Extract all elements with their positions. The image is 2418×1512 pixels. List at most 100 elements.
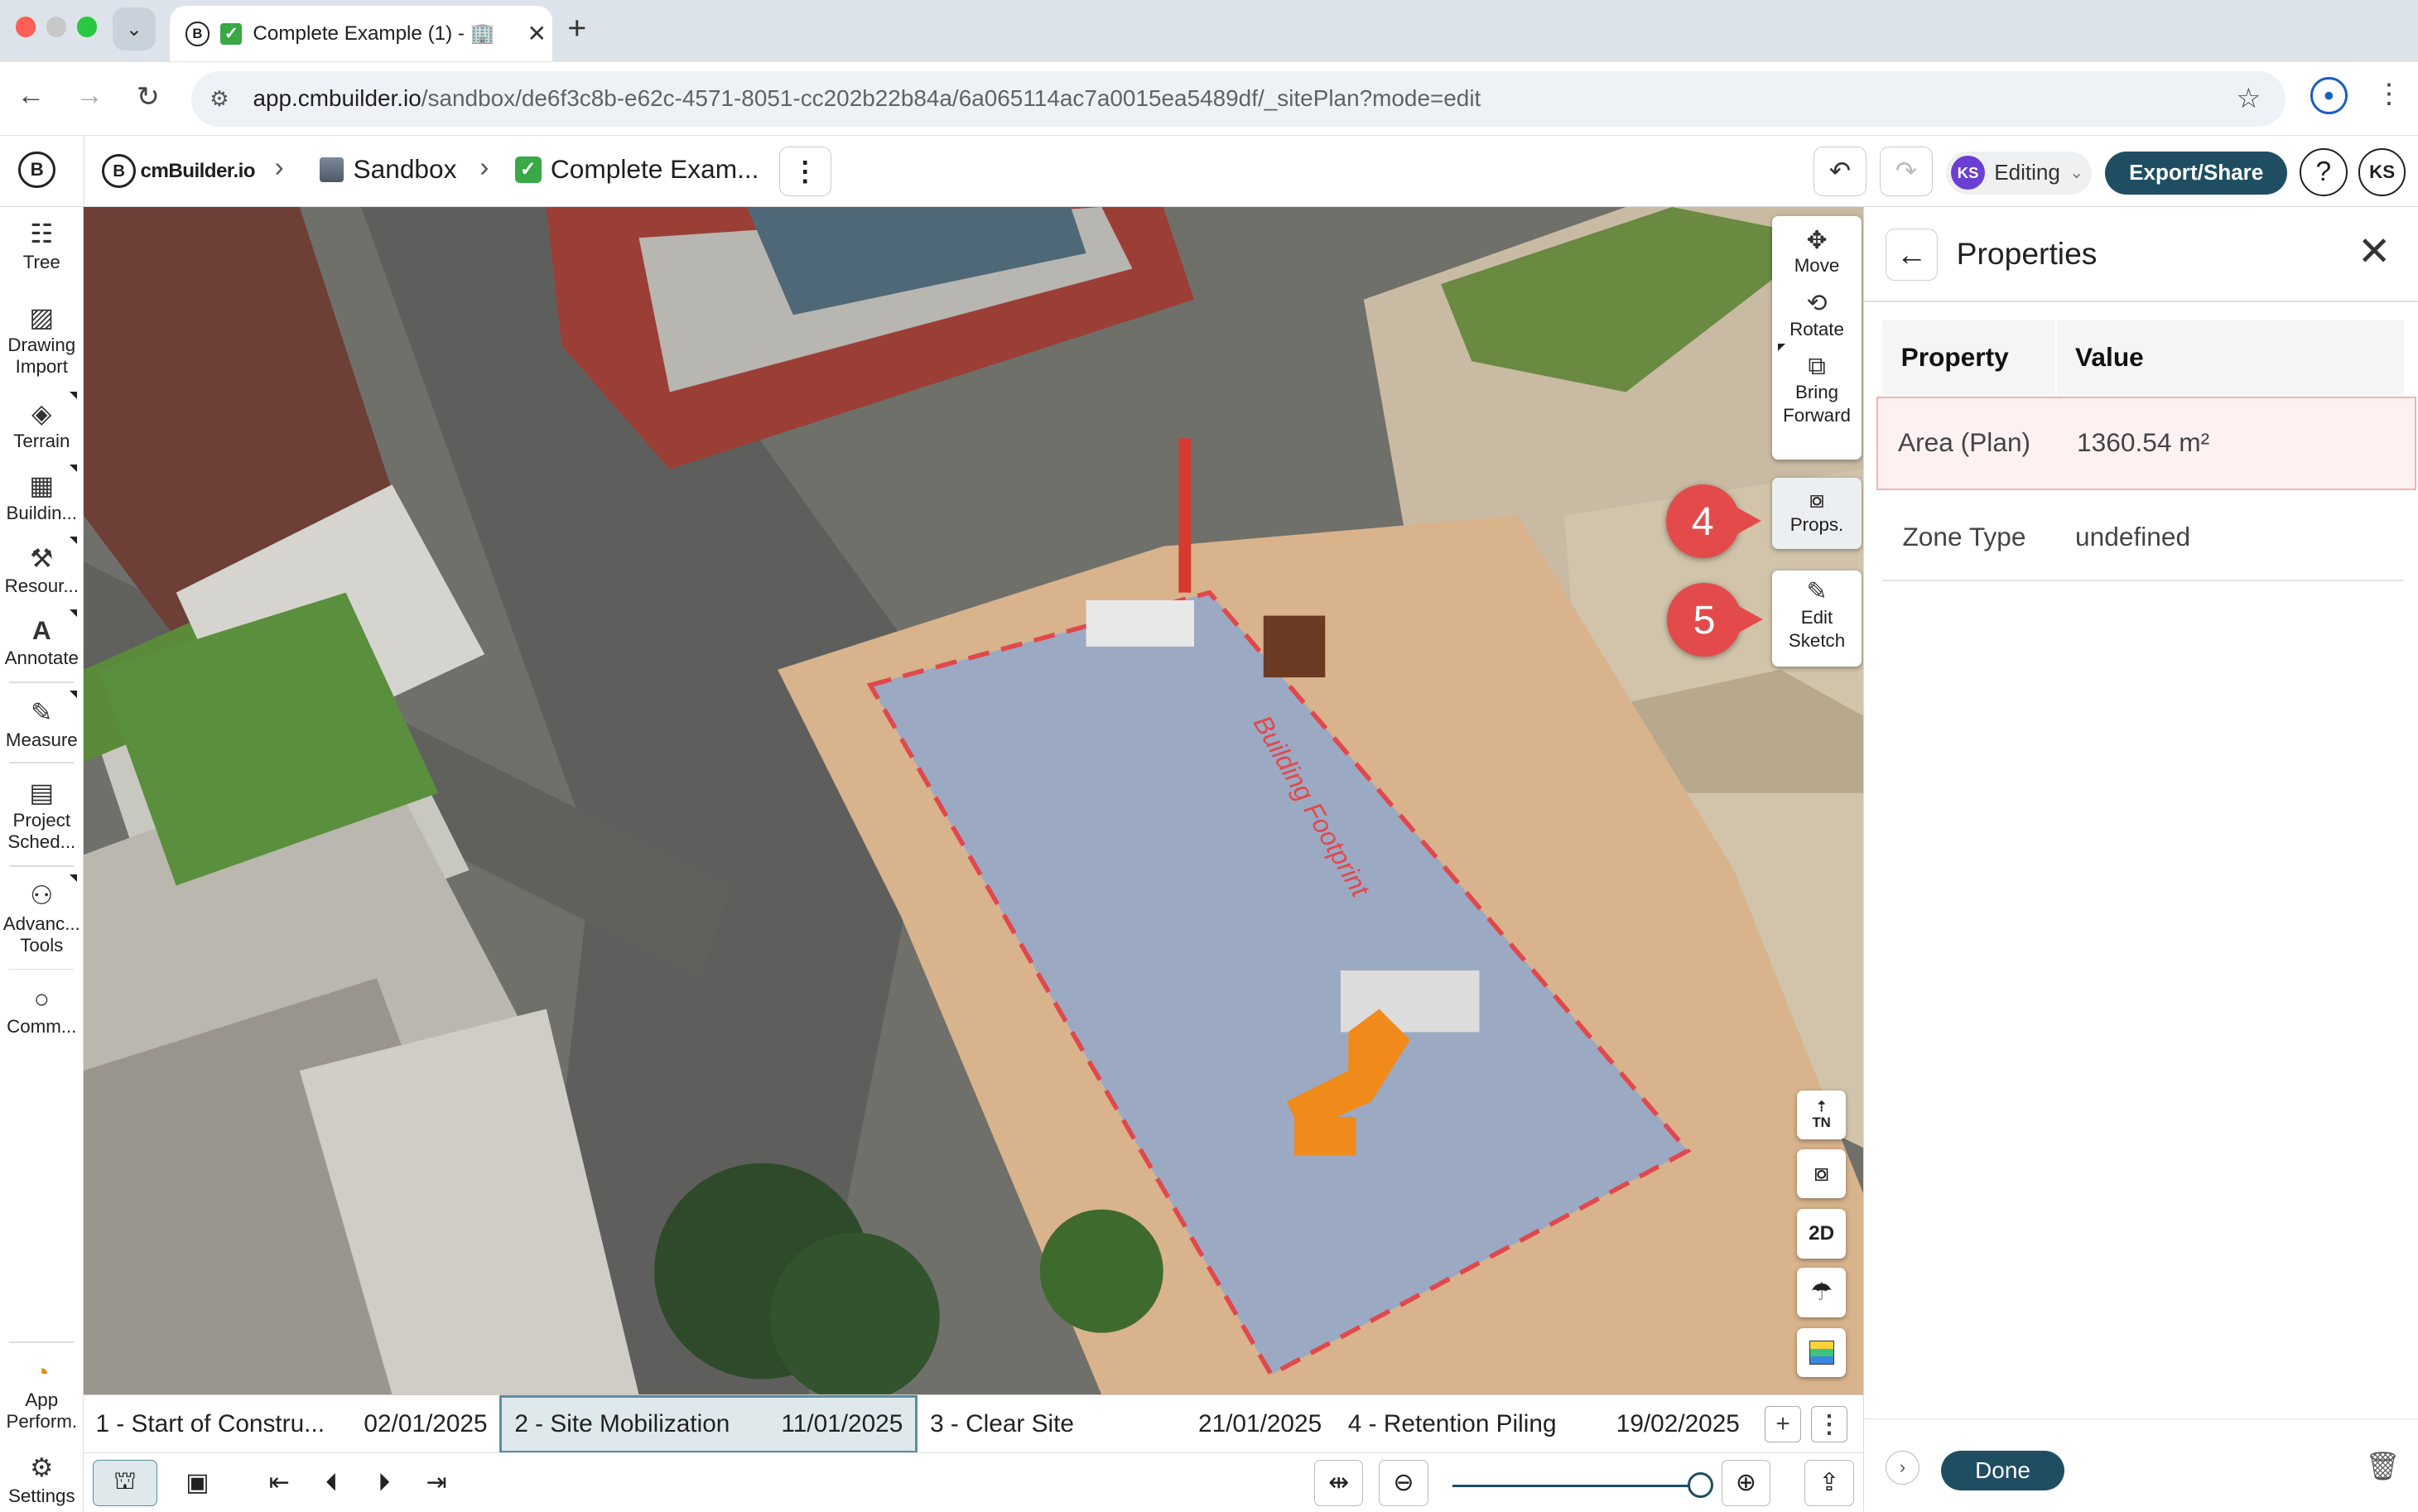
browser-menu-icon[interactable]: ⋮: [2375, 77, 2403, 110]
zoom-slider-handle[interactable]: [1687, 1471, 1714, 1499]
tool-label: Terrain: [13, 430, 70, 451]
redo-button[interactable]: ↷: [1880, 146, 1933, 196]
jump-start-button[interactable]: ⇤: [259, 1460, 299, 1506]
legend-button[interactable]: [1796, 1327, 1847, 1378]
tool-label: Project Sched...: [7, 809, 76, 852]
step-back-icon: ⏴: [325, 1468, 338, 1496]
tool-label: Settings: [7, 1485, 75, 1506]
browser-tab-bar: ⌄ B ✓ Complete Example (1) - 🏢 ✕ +: [0, 0, 2418, 62]
bring-forward-tool[interactable]: ⧉ Bring Forward: [1772, 341, 1862, 427]
export-timeline-button[interactable]: ⇪: [1804, 1459, 1854, 1506]
breadcrumb-sandbox[interactable]: Sandbox: [319, 154, 456, 185]
toggle-2d-button[interactable]: 2D: [1796, 1209, 1847, 1259]
url-field[interactable]: ⚙ app.cmbuilder.io/sandbox/de6f3c8b-e62c…: [190, 70, 2286, 127]
mode-label: Editing: [1994, 160, 2060, 185]
move-tool[interactable]: ✥ Move: [1772, 216, 1862, 277]
minimize-window-button[interactable]: [46, 17, 67, 37]
sun-icon: ☂: [1810, 1278, 1833, 1307]
tool-tree[interactable]: ☷ Tree: [0, 219, 84, 272]
brand-logo[interactable]: B cmBuilder.io: [101, 154, 256, 189]
presentation-view-button[interactable]: ▣: [166, 1460, 229, 1506]
submenu-indicator-icon: [1778, 344, 1786, 352]
tool-settings[interactable]: ⚙ Settings: [0, 1452, 84, 1506]
zoom-out-button[interactable]: ⊖: [1379, 1459, 1428, 1506]
submenu-indicator-icon: [70, 464, 78, 472]
property-key: Zone Type: [1902, 521, 2026, 551]
rotate-tool[interactable]: ⟲ Rotate: [1772, 277, 1862, 340]
tool-project-schedule[interactable]: ▤ Project Sched...: [0, 778, 84, 853]
user-menu-button[interactable]: KS: [2358, 147, 2406, 196]
annotate-icon: A: [31, 615, 51, 646]
divider: [83, 135, 85, 207]
project-menu-button[interactable]: ⋮: [778, 146, 831, 196]
layers-button[interactable]: ⧇: [1796, 1148, 1847, 1199]
props-tool[interactable]: ⧇ Props.: [1772, 478, 1862, 550]
tool-buildings[interactable]: ▦ Buildin...: [0, 464, 84, 524]
timeline-phase[interactable]: 1 - Start of Constru... 02/01/2025: [84, 1395, 500, 1454]
submenu-indicator-icon: [70, 691, 78, 699]
tool-advanced-tools[interactable]: ⚇ Advanc... Tools: [0, 874, 84, 956]
reload-icon[interactable]: ↻: [129, 80, 166, 113]
tool-drawing-import[interactable]: ▨ Drawing Import: [0, 302, 84, 378]
browser-tab[interactable]: B ✓ Complete Example (1) - 🏢 ✕: [169, 6, 552, 62]
forward-arrow-icon[interactable]: →: [71, 80, 108, 112]
bookmark-star-icon[interactable]: ☆: [2236, 82, 2261, 115]
divider: [9, 1341, 75, 1344]
tool-terrain[interactable]: ◈ Terrain: [0, 392, 84, 452]
timeline-menu-button[interactable]: ⋮: [1810, 1405, 1848, 1443]
zoom-slider-track[interactable]: [1452, 1484, 1700, 1488]
jump-end-button[interactable]: ⇥: [417, 1460, 456, 1506]
breadcrumb-project[interactable]: ✓ Complete Exam...: [515, 154, 759, 185]
divider: [9, 864, 75, 867]
undo-button[interactable]: ↶: [1814, 146, 1866, 196]
app-logo-icon[interactable]: B: [18, 151, 56, 189]
move-icon: ✥: [1806, 226, 1828, 254]
export-share-button[interactable]: Export/Share: [2105, 151, 2288, 195]
back-button[interactable]: ←: [1885, 228, 1939, 281]
zoom-in-button[interactable]: ⊕: [1721, 1459, 1771, 1506]
props-icon: ⧇: [1809, 485, 1825, 513]
help-button[interactable]: ?: [2299, 147, 2348, 196]
construction-view-button[interactable]: ⛫: [92, 1459, 157, 1506]
tool-measure[interactable]: ✎ Measure: [0, 691, 84, 751]
next-step-button[interactable]: ⏵: [364, 1460, 404, 1506]
close-icon[interactable]: ✕: [2358, 229, 2392, 275]
true-north-button[interactable]: ⇡ TN: [1796, 1090, 1847, 1140]
tool-annotate[interactable]: A Annotate: [0, 609, 84, 669]
fit-timeline-button[interactable]: ⇹: [1313, 1459, 1364, 1506]
tab-search-button[interactable]: ⌄: [112, 7, 157, 51]
profile-icon[interactable]: ●: [2310, 77, 2348, 114]
close-window-button[interactable]: [15, 17, 36, 37]
timeline-phase-active[interactable]: 2 - Site Mobilization 11/01/2025: [499, 1394, 918, 1454]
panel-title: Properties: [1956, 235, 2098, 271]
table-row[interactable]: Area (Plan) 1360.54 m²: [1876, 396, 2416, 491]
add-phase-button[interactable]: +: [1764, 1405, 1802, 1443]
tool-resources[interactable]: ⚒ Resour...: [0, 537, 84, 597]
table-row[interactable]: Zone Type undefined: [1882, 492, 2404, 582]
timeline-phase[interactable]: 4 - Retention Piling 19/02/2025: [1336, 1395, 1752, 1454]
timeline-phase[interactable]: 3 - Clear Site 21/01/2025: [918, 1395, 1334, 1454]
previous-step-button[interactable]: ⏴: [311, 1460, 351, 1506]
tab-close-icon[interactable]: ✕: [522, 20, 552, 47]
address-bar: ← → ↻ ⚙ app.cmbuilder.io/sandbox/de6f3c8…: [0, 61, 2418, 136]
panel-footer: › Done 🗑: [1863, 1418, 2418, 1511]
tool-comments[interactable]: ○ Comm...: [0, 984, 84, 1038]
sun-study-button[interactable]: ☂: [1796, 1267, 1847, 1317]
phase-date: 11/01/2025: [781, 1410, 903, 1438]
tool-app-performance[interactable]: ◔ App Perform.: [0, 1357, 84, 1433]
new-tab-button[interactable]: +: [567, 11, 586, 47]
zoom-in-icon: ⊕: [1735, 1469, 1756, 1497]
drawing-import-icon: ▨: [29, 302, 55, 333]
back-arrow-icon[interactable]: ←: [12, 80, 50, 112]
site-plan-viewport[interactable]: Building Footprint: [83, 206, 1863, 1394]
edit-sketch-tool[interactable]: ✎ Edit Sketch: [1772, 571, 1862, 667]
expand-chevron-icon[interactable]: ›: [1885, 1450, 1919, 1485]
terrain-icon: ◈: [31, 397, 52, 428]
mode-dropdown[interactable]: KS Editing ⌄: [1946, 151, 2092, 195]
trash-icon[interactable]: 🗑: [2365, 1451, 2401, 1483]
site-info-icon[interactable]: ⚙: [210, 86, 229, 112]
done-button[interactable]: Done: [1941, 1450, 2065, 1491]
maximize-window-button[interactable]: [77, 17, 98, 37]
divider: [1863, 301, 2418, 303]
breadcrumb-label: Complete Exam...: [550, 154, 759, 185]
